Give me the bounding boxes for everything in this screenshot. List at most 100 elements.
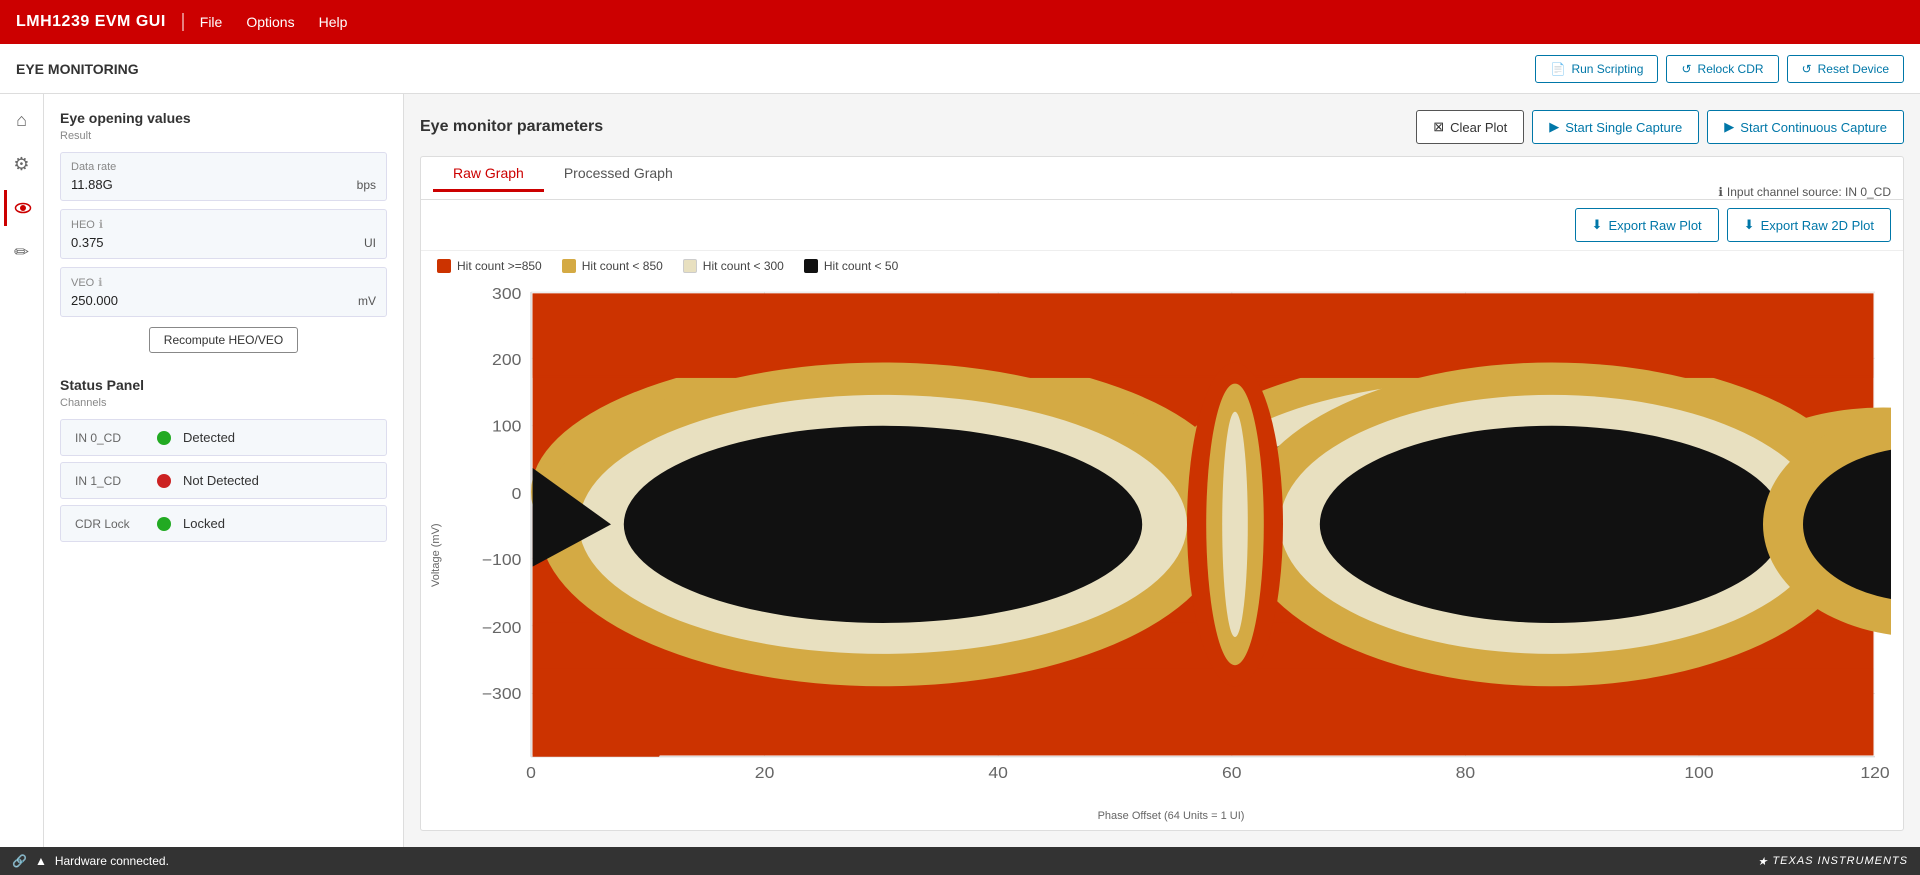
start-continuous-icon: ▶ (1724, 119, 1734, 135)
legend-swatch-2 (683, 259, 697, 273)
clear-plot-icon: ⊠ (1433, 119, 1444, 135)
svg-text:−300: −300 (482, 685, 522, 703)
data-rate-value: 11.88G (71, 177, 191, 192)
status-label-1: Not Detected (183, 473, 259, 488)
nav-menu: File Options Help (200, 10, 348, 34)
clear-plot-button[interactable]: ⊠ Clear Plot (1416, 110, 1524, 144)
content-title: Eye monitor parameters (420, 118, 1416, 136)
x-axis-label: Phase Offset (64 Units = 1 UI) (451, 806, 1891, 826)
export-raw-plot-button[interactable]: ⬇ Export Raw Plot (1575, 208, 1719, 242)
nav-help[interactable]: Help (319, 10, 348, 34)
data-rate-field: Data rate 11.88G bps (60, 152, 387, 201)
nav-file[interactable]: File (200, 10, 223, 34)
status-dot-2 (157, 517, 171, 531)
svg-text:20: 20 (755, 764, 775, 782)
veo-label: VEO ℹ (71, 276, 376, 289)
export-raw-icon: ⬇ (1592, 217, 1603, 233)
legend-item-1: Hit count < 850 (562, 259, 663, 273)
legend-item-2: Hit count < 300 (683, 259, 784, 273)
veo-field: VEO ℹ 250.000 mV (60, 267, 387, 317)
legend-swatch-0 (437, 259, 451, 273)
export-2d-icon: ⬇ (1744, 217, 1755, 233)
heo-value: 0.375 (71, 235, 191, 250)
nav-options[interactable]: Options (246, 10, 294, 34)
status-panel-section: Status Panel Channels IN 0_CD Detected I… (60, 377, 387, 542)
graph-container: Raw Graph Processed Graph ℹ Input channe… (420, 156, 1904, 831)
svg-text:0: 0 (526, 764, 536, 782)
sidebar-icon-pen[interactable]: ✏ (4, 234, 40, 270)
arrow-up-icon: ▲ (35, 854, 47, 868)
legend-swatch-3 (804, 259, 818, 273)
left-panel: Eye opening values Result Data rate 11.8… (44, 94, 404, 847)
status-dot-1 (157, 474, 171, 488)
relock-cdr-icon: ↺ (1681, 62, 1691, 76)
status-dot-0 (157, 431, 171, 445)
svg-text:−100: −100 (482, 551, 522, 569)
relock-cdr-button[interactable]: ↺ Relock CDR (1666, 55, 1778, 83)
start-continuous-capture-button[interactable]: ▶ Start Continuous Capture (1707, 110, 1904, 144)
topbar: LMH1239 EVM GUI File Options Help (0, 0, 1920, 44)
channel-row-0: IN 0_CD Detected (60, 419, 387, 456)
legend-label-2: Hit count < 300 (703, 259, 784, 273)
channel-name-1: IN 1_CD (75, 474, 145, 488)
tabs-row: Raw Graph Processed Graph ℹ Input channe… (421, 157, 1903, 200)
info-icon: ℹ (1718, 185, 1723, 199)
ti-logo: ★ Texas Instruments (1758, 855, 1908, 868)
heo-field: HEO ℹ 0.375 UI (60, 209, 387, 259)
channel-name-2: CDR Lock (75, 517, 145, 531)
svg-text:200: 200 (492, 351, 521, 369)
veo-info-icon: ℹ (98, 276, 102, 289)
app-title: LMH1239 EVM GUI (16, 13, 184, 31)
ti-star-icon: ★ (1758, 855, 1769, 868)
run-scripting-icon: 📄 (1550, 62, 1565, 76)
sidebar-icons: ⌂ ⚙ ✏ (0, 94, 44, 847)
legend-label-3: Hit count < 50 (824, 259, 898, 273)
status-panel-title: Status Panel (60, 377, 387, 393)
reset-device-icon: ↺ (1802, 62, 1812, 76)
svg-text:120: 120 (1860, 764, 1889, 782)
content-header: Eye monitor parameters ⊠ Clear Plot ▶ St… (420, 110, 1904, 144)
run-scripting-button[interactable]: 📄 Run Scripting (1535, 55, 1658, 83)
status-text: Hardware connected. (55, 854, 169, 868)
sidebar-icon-home[interactable]: ⌂ (4, 102, 40, 138)
legend-label-1: Hit count < 850 (582, 259, 663, 273)
chart-inner: .axis-text { font-size: 11px; fill: #666… (451, 285, 1891, 806)
link-icon: 🔗 (12, 854, 27, 868)
svg-text:−200: −200 (482, 619, 522, 637)
right-content: Eye monitor parameters ⊠ Clear Plot ▶ St… (404, 94, 1920, 847)
legend-swatch-1 (562, 259, 576, 273)
legend-label-0: Hit count >=850 (457, 259, 542, 273)
reset-device-button[interactable]: ↺ Reset Device (1787, 55, 1904, 83)
channel-name-0: IN 0_CD (75, 431, 145, 445)
svg-text:60: 60 (1222, 764, 1242, 782)
svg-text:40: 40 (988, 764, 1008, 782)
status-label-0: Detected (183, 430, 235, 445)
sidebar-icon-sliders[interactable]: ⚙ (4, 146, 40, 182)
eye-diagram-svg: .axis-text { font-size: 11px; fill: #666… (451, 285, 1891, 806)
sidebar-icon-eye[interactable] (4, 190, 40, 226)
export-raw-2d-button[interactable]: ⬇ Export Raw 2D Plot (1727, 208, 1891, 242)
channel-row-1: IN 1_CD Not Detected (60, 462, 387, 499)
tab-processed-graph[interactable]: Processed Graph (544, 157, 693, 192)
chart-legend: Hit count >=850 Hit count < 850 Hit coun… (421, 251, 1903, 281)
statusbar: 🔗 ▲ Hardware connected. ★ Texas Instrume… (0, 847, 1920, 875)
svg-text:300: 300 (492, 285, 521, 303)
legend-item-0: Hit count >=850 (437, 259, 542, 273)
page-title: EYE MONITORING (16, 61, 1527, 77)
graph-tabs: Raw Graph Processed Graph (433, 157, 1718, 191)
capture-buttons: ⊠ Clear Plot ▶ Start Single Capture ▶ St… (1416, 110, 1904, 144)
eye-opening-subtitle: Result (60, 130, 387, 142)
data-rate-unit: bps (357, 178, 376, 192)
input-channel-info: ℹ Input channel source: IN 0_CD (1718, 185, 1891, 199)
header-toolbar: EYE MONITORING 📄 Run Scripting ↺ Relock … (0, 44, 1920, 94)
status-label-2: Locked (183, 516, 225, 531)
recompute-button[interactable]: Recompute HEO/VEO (149, 327, 298, 353)
graph-toolbar: ⬇ Export Raw Plot ⬇ Export Raw 2D Plot (421, 200, 1903, 251)
heo-info-icon: ℹ (99, 218, 103, 231)
status-panel-subtitle: Channels (60, 397, 387, 409)
tab-raw-graph[interactable]: Raw Graph (433, 157, 544, 192)
data-rate-label: Data rate (71, 161, 376, 173)
channel-row-2: CDR Lock Locked (60, 505, 387, 542)
start-single-capture-button[interactable]: ▶ Start Single Capture (1532, 110, 1699, 144)
svg-text:80: 80 (1456, 764, 1476, 782)
